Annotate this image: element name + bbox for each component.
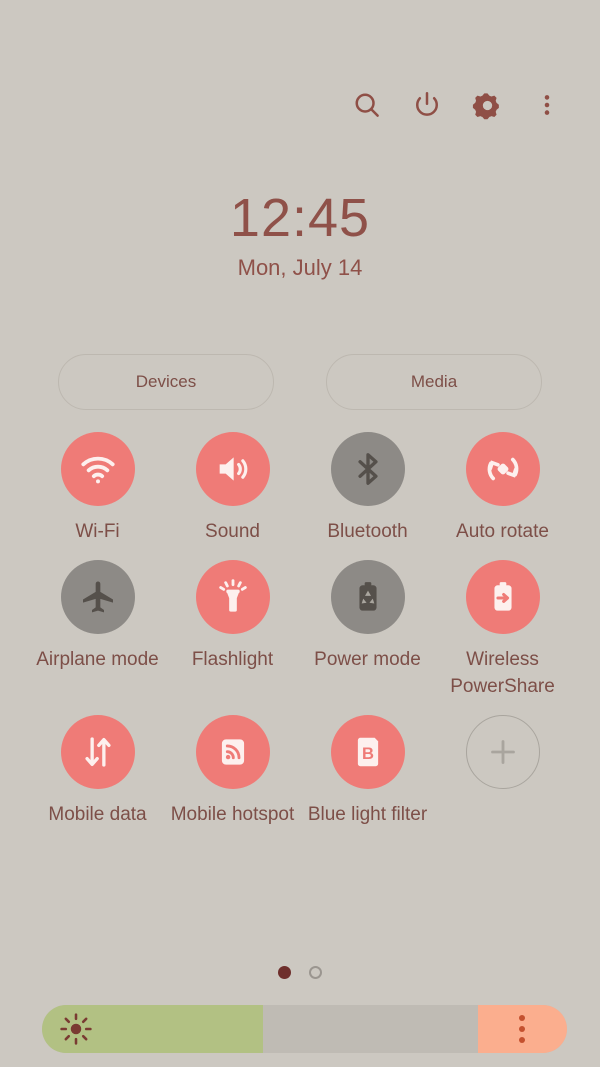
blue-light-icon: B (330, 714, 405, 789)
power-icon[interactable] (410, 88, 444, 122)
tile-sound[interactable]: Sound (165, 432, 300, 546)
overflow-menu-icon[interactable] (530, 88, 564, 122)
power-share-icon (465, 559, 540, 634)
mobile-data-icon (60, 714, 135, 789)
media-button[interactable]: Media (326, 354, 542, 410)
tile-mobile-data[interactable]: Mobile data (30, 714, 165, 829)
tile-label: Bluetooth (327, 521, 408, 542)
tile-label: Blue light filter (307, 803, 428, 825)
flashlight-icon (195, 559, 270, 634)
add-tile-button[interactable] (435, 714, 570, 829)
overflow-menu-icon (519, 1015, 526, 1043)
clock-block[interactable]: 12:45 Mon, July 14 (0, 190, 600, 281)
status-action-bar (350, 88, 564, 122)
brightness-menu-button[interactable] (477, 1005, 567, 1053)
tile-flashlight[interactable]: Flashlight (165, 559, 300, 701)
mobile-hotspot-icon (195, 714, 270, 789)
tile-label: Wi-Fi (75, 521, 120, 542)
devices-button[interactable]: Devices (58, 354, 274, 410)
gear-icon[interactable] (470, 88, 504, 122)
tile-label: Mobile hotspot (170, 803, 295, 825)
tile-wireless-powershare[interactable]: Wireless PowerShare (435, 559, 570, 701)
svg-text:B: B (362, 744, 374, 763)
tile-auto-rotate[interactable]: Auto rotate (435, 432, 570, 546)
brightness-sun-icon (58, 1011, 94, 1047)
brightness-slider[interactable] (42, 1005, 567, 1053)
page-dot-2[interactable] (309, 966, 322, 979)
shortcut-pill-row: Devices Media (58, 354, 542, 410)
tile-power-mode[interactable]: Power mode (300, 559, 435, 701)
airplane-icon (60, 559, 135, 634)
brightness-control (42, 1005, 567, 1053)
page-dot-1[interactable] (278, 966, 291, 979)
tile-label: Flashlight (191, 648, 274, 670)
tile-label: Airplane mode (36, 648, 159, 670)
quick-settings-grid: Wi-Fi Sound Bluetooth Auto rotate Airpla… (30, 432, 570, 828)
tile-label: Wireless PowerShare (450, 648, 555, 698)
quick-settings-panel: 12:45 Mon, July 14 Devices Media Wi-Fi S… (0, 0, 600, 1067)
wifi-icon (60, 432, 135, 506)
tile-label: Auto rotate (456, 521, 549, 542)
page-indicator (0, 966, 600, 979)
clock-date: Mon, July 14 (237, 254, 363, 280)
clock-time: 12:45 (229, 188, 371, 248)
sound-icon (195, 432, 270, 506)
tile-label: Power mode (314, 648, 421, 670)
tile-wi-fi[interactable]: Wi-Fi (30, 432, 165, 546)
auto-rotate-icon (465, 432, 540, 506)
bluetooth-icon (330, 432, 405, 506)
tile-airplane-mode[interactable]: Airplane mode (30, 559, 165, 701)
tile-mobile-hotspot[interactable]: Mobile hotspot (165, 714, 300, 829)
search-icon[interactable] (350, 88, 384, 122)
tile-blue-light-filter[interactable]: B Blue light filter (300, 714, 435, 829)
plus-icon (465, 714, 540, 789)
tile-bluetooth[interactable]: Bluetooth (300, 432, 435, 546)
power-mode-icon (330, 559, 405, 634)
tile-label: Sound (205, 521, 260, 542)
tile-label: Mobile data (48, 803, 147, 825)
